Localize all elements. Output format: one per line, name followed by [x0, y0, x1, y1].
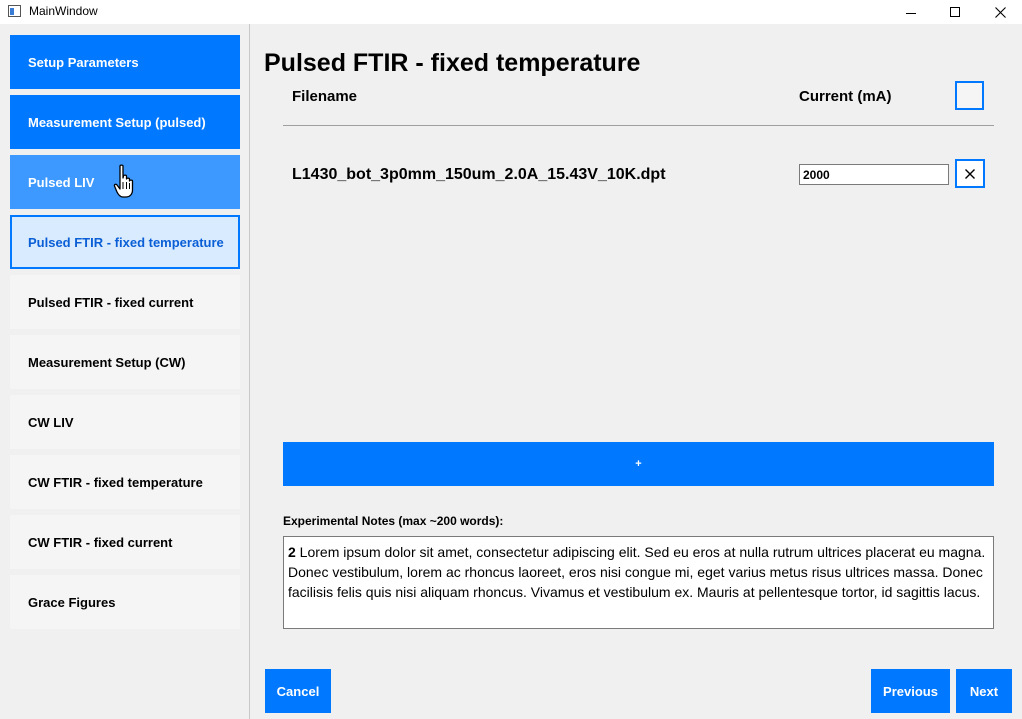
notes-word-count: 2: [288, 544, 296, 560]
title-bar: MainWindow: [0, 0, 1022, 24]
window-title: MainWindow: [29, 4, 98, 18]
sidebar-item-cw-ftir-fixed-temperature[interactable]: CW FTIR - fixed temperature: [10, 455, 240, 509]
notes-textarea[interactable]: 2 Lorem ipsum dolor sit amet, consectetu…: [283, 536, 994, 629]
current-input[interactable]: [799, 164, 949, 185]
current-column-header: Current (mA): [799, 88, 892, 105]
sidebar-item-pulsed-liv[interactable]: Pulsed LIV: [10, 155, 240, 209]
minimize-icon: [906, 12, 916, 14]
previous-button[interactable]: Previous: [871, 669, 950, 713]
sidebar-item-cw-liv[interactable]: CW LIV: [10, 395, 240, 449]
close-icon: [965, 168, 975, 179]
minimize-button[interactable]: [888, 0, 934, 24]
select-all-checkbox[interactable]: [955, 81, 984, 110]
filename-column-header: Filename: [292, 88, 358, 105]
sidebar-item-pulsed-ftir-fixed-current[interactable]: Pulsed FTIR - fixed current: [10, 275, 240, 329]
notes-text: Lorem ipsum dolor sit amet, consectetur …: [288, 544, 986, 600]
sidebar-item-setup-parameters[interactable]: Setup Parameters: [10, 35, 240, 89]
close-button[interactable]: [977, 0, 1022, 24]
sidebar-item-measurement-setup-cw[interactable]: Measurement Setup (CW): [10, 335, 240, 389]
header-divider: [283, 125, 994, 126]
add-file-button[interactable]: +: [283, 442, 994, 486]
sidebar-item-cw-ftir-fixed-current[interactable]: CW FTIR - fixed current: [10, 515, 240, 569]
sidebar: Setup Parameters Measurement Setup (puls…: [0, 24, 250, 719]
app-window-icon: [8, 5, 21, 17]
notes-label: Experimental Notes (max ~200 words):: [283, 514, 504, 528]
cancel-button[interactable]: Cancel: [265, 669, 331, 713]
sidebar-item-grace-figures[interactable]: Grace Figures: [10, 575, 240, 629]
sidebar-item-measurement-setup-pulsed[interactable]: Measurement Setup (pulsed): [10, 95, 240, 149]
maximize-button[interactable]: [932, 0, 978, 24]
page-title: Pulsed FTIR - fixed temperature: [264, 49, 641, 77]
sidebar-item-pulsed-ftir-fixed-temperature[interactable]: Pulsed FTIR - fixed temperature: [10, 215, 240, 269]
file-row-filename: L1430_bot_3p0mm_150um_2.0A_15.43V_10K.dp…: [292, 166, 666, 183]
remove-file-button[interactable]: [955, 159, 985, 188]
next-button[interactable]: Next: [956, 669, 1012, 713]
maximize-icon: [950, 7, 960, 17]
close-icon: [994, 6, 1006, 18]
